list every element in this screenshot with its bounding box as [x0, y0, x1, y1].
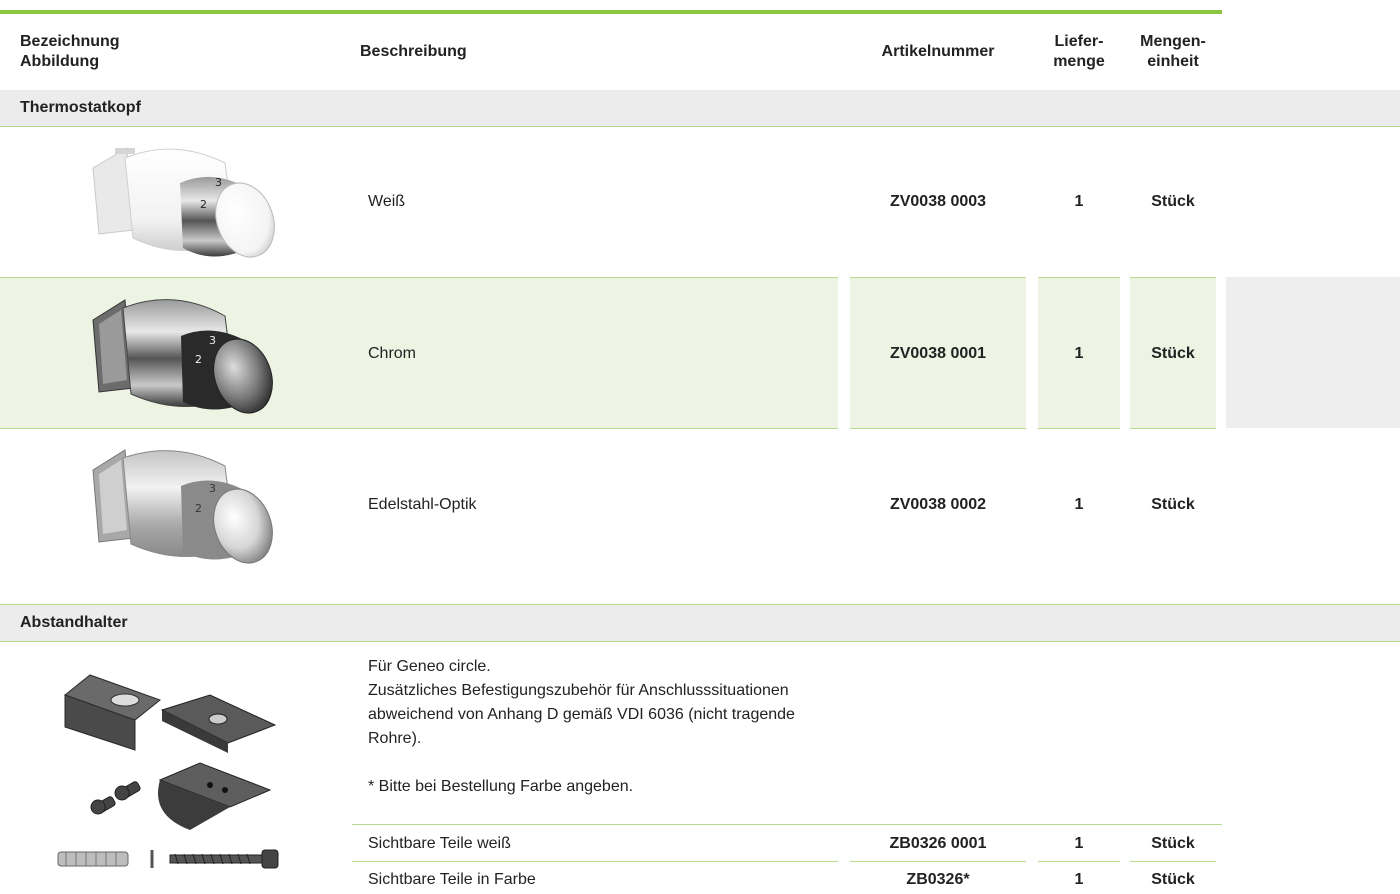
row-unit: Stück	[1151, 835, 1195, 852]
row-divider	[0, 428, 838, 429]
row-divider	[1130, 277, 1216, 278]
row-divider	[0, 277, 838, 278]
header-unit-line2: einheit	[1147, 53, 1199, 70]
row-divider	[1038, 428, 1120, 429]
thermostat-chrome-icon: 2 3	[85, 288, 275, 418]
row-article-number: ZB0326 0001	[889, 835, 987, 852]
description-line: Zusätzliches Befestigungszubehör für Ans…	[368, 682, 795, 747]
row-unit: Stück	[1151, 871, 1195, 888]
row-divider	[850, 277, 1026, 278]
row-description: Sichtbare Teile weiß	[368, 835, 511, 852]
row-unit: Stück	[1151, 193, 1195, 210]
section-header-abstandhalter: Abstandhalter	[0, 604, 1400, 642]
header-designation-line1: Bezeichnung	[20, 33, 120, 50]
thermostat-white-icon: 2 3	[85, 138, 275, 266]
svg-text:2: 2	[195, 353, 202, 366]
row-description: Edelstahl-Optik	[368, 496, 477, 513]
row-unit: Stück	[1151, 496, 1195, 513]
svg-text:2: 2	[195, 502, 202, 515]
svg-text:2: 2	[200, 198, 207, 211]
row-description: Weiß	[368, 193, 406, 210]
header-article-number: Artikelnummer	[881, 43, 995, 60]
bracket-set-icon	[50, 655, 290, 885]
header-unit-line1: Mengen-	[1140, 33, 1206, 50]
description-footnote: * Bitte bei Bestellung Farbe angeben.	[368, 778, 634, 795]
row-divider	[850, 428, 1026, 429]
row-quantity: 1	[1074, 835, 1084, 852]
header-quantity: Liefer-menge	[1038, 14, 1120, 90]
svg-text:3: 3	[209, 482, 216, 495]
row-divider	[352, 824, 1222, 825]
row-quantity: 1	[1074, 871, 1084, 888]
row-divider	[1038, 861, 1120, 862]
row-article-number: ZB0326*	[906, 871, 970, 888]
row-unit: Stück	[1151, 345, 1195, 362]
row-article-number: ZV0038 0002	[889, 496, 987, 513]
row-divider	[850, 861, 1026, 862]
row-divider	[1130, 861, 1216, 862]
row-quantity: 1	[1074, 193, 1084, 210]
row-divider	[1130, 428, 1216, 429]
header-designation-line2: Abbildung	[20, 53, 100, 70]
section-title: Thermostatkopf	[20, 99, 141, 116]
section-header-thermostatkopf: Thermostatkopf	[0, 90, 1400, 127]
row-description: Chrom	[368, 345, 417, 362]
row-description: Sichtbare Teile in Farbe	[368, 871, 536, 888]
row-divider	[1038, 277, 1120, 278]
header-description: Beschreibung	[360, 43, 467, 60]
row-quantity: 1	[1074, 496, 1084, 513]
row-divider	[352, 861, 838, 862]
description-line: Für Geneo circle.	[368, 658, 491, 675]
header-quantity-line1: Liefer-	[1054, 33, 1104, 50]
header-quantity-line2: menge	[1053, 53, 1105, 70]
section-title: Abstandhalter	[20, 614, 128, 631]
row-quantity: 1	[1074, 345, 1084, 362]
header-unit: Mengen-einheit	[1130, 14, 1216, 90]
header-designation: Bezeichnung Abbildung	[20, 14, 320, 90]
row-article-number: ZV0038 0001	[889, 345, 987, 362]
svg-text:3: 3	[209, 334, 216, 347]
thermostat-steel-icon: 2 3	[85, 440, 275, 568]
row-band-margin	[1226, 277, 1400, 428]
section-description: Für Geneo circle. Zusätzliches Befestigu…	[368, 655, 838, 799]
svg-text:3: 3	[215, 176, 222, 189]
row-article-number: ZV0038 0003	[889, 193, 987, 210]
